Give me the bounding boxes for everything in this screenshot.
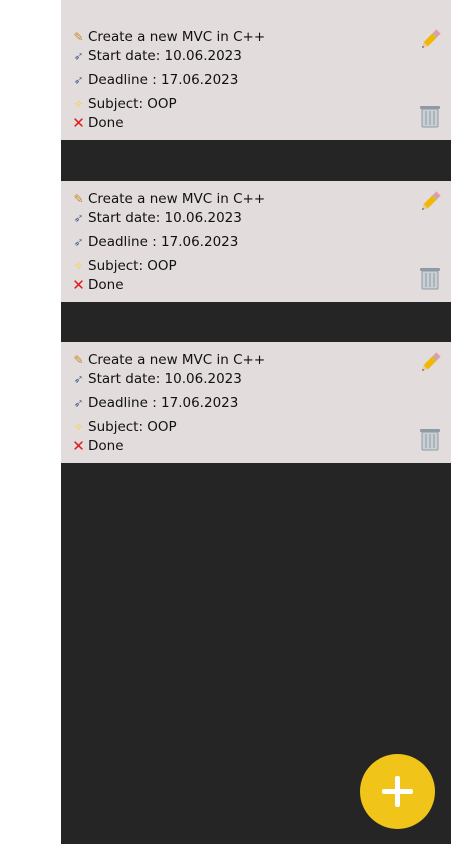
task-title-text: Create a new MVC in C++ <box>88 352 266 368</box>
task-status: ✕ Done <box>71 113 124 132</box>
add-task-button[interactable] <box>360 754 435 829</box>
task-subject-text: Subject: OOP <box>88 258 177 274</box>
cross-mark-icon: ✕ <box>72 275 85 294</box>
task-card: ✎ Create a new MVC in C++ ➶ Start date: … <box>61 342 451 463</box>
trash-can-icon <box>420 106 440 128</box>
task-subject: ✧ Subject: OOP <box>71 258 177 274</box>
task-status: ✕ Done <box>71 436 124 455</box>
task-status: ✕ Done <box>71 275 124 294</box>
task-subject: ✧ Subject: OOP <box>71 96 177 112</box>
task-subject-text: Subject: OOP <box>88 419 177 435</box>
cross-mark-icon: ✕ <box>72 436 85 455</box>
task-deadline-text: Deadline : 17.06.2023 <box>88 395 239 411</box>
pencil-icon <box>422 352 441 371</box>
sparkles-icon: ✧ <box>73 96 84 111</box>
memo-icon: ✎ <box>73 352 84 367</box>
task-start-date: ➶ Start date: 10.06.2023 <box>71 371 242 387</box>
rocket-icon: ➶ <box>73 210 84 225</box>
trash-can-icon <box>420 429 440 451</box>
memo-icon: ✎ <box>73 29 84 44</box>
task-start-date-text: Start date: 10.06.2023 <box>88 210 242 226</box>
rocket-icon: ➶ <box>73 371 84 386</box>
edit-task-button[interactable] <box>417 27 443 53</box>
pencil-icon <box>422 191 441 210</box>
delete-task-button[interactable] <box>417 265 443 291</box>
edit-task-button[interactable] <box>417 189 443 215</box>
rocket-icon: ➶ <box>73 234 84 249</box>
task-deadline: ➶ Deadline : 17.06.2023 <box>71 234 238 250</box>
task-start-date-text: Start date: 10.06.2023 <box>88 371 242 387</box>
task-title-text: Create a new MVC in C++ <box>88 29 266 45</box>
cross-mark-icon: ✕ <box>72 113 85 132</box>
task-status-text: Done <box>88 438 124 454</box>
task-card: ✎ Create a new MVC in C++ ➶ Start date: … <box>61 19 451 140</box>
task-status-text: Done <box>88 277 124 293</box>
task-title: ✎ Create a new MVC in C++ <box>71 29 265 45</box>
task-subject-text: Subject: OOP <box>88 96 177 112</box>
delete-task-button[interactable] <box>417 103 443 129</box>
task-list-screen: ✎ Create a new MVC in C++ ➶ Start date: … <box>61 0 451 844</box>
task-title: ✎ Create a new MVC in C++ <box>71 191 265 207</box>
rocket-icon: ➶ <box>73 72 84 87</box>
task-subject: ✧ Subject: OOP <box>71 419 177 435</box>
task-card <box>61 0 451 19</box>
trash-can-icon <box>420 268 440 290</box>
task-deadline: ➶ Deadline : 17.06.2023 <box>71 72 238 88</box>
pencil-icon <box>422 29 441 48</box>
memo-icon: ✎ <box>73 191 84 206</box>
delete-task-button[interactable] <box>417 426 443 452</box>
task-start-date: ➶ Start date: 10.06.2023 <box>71 210 242 226</box>
task-deadline-text: Deadline : 17.06.2023 <box>88 234 239 250</box>
task-start-date-text: Start date: 10.06.2023 <box>88 48 242 64</box>
edit-task-button[interactable] <box>417 350 443 376</box>
task-deadline: ➶ Deadline : 17.06.2023 <box>71 395 238 411</box>
rocket-icon: ➶ <box>73 48 84 63</box>
sparkles-icon: ✧ <box>73 419 84 434</box>
task-card: ✎ Create a new MVC in C++ ➶ Start date: … <box>61 181 451 302</box>
task-title: ✎ Create a new MVC in C++ <box>71 352 265 368</box>
rocket-icon: ➶ <box>73 395 84 410</box>
task-status-text: Done <box>88 115 124 131</box>
sparkles-icon: ✧ <box>73 258 84 273</box>
task-start-date: ➶ Start date: 10.06.2023 <box>71 48 242 64</box>
task-title-text: Create a new MVC in C++ <box>88 191 266 207</box>
task-deadline-text: Deadline : 17.06.2023 <box>88 72 239 88</box>
